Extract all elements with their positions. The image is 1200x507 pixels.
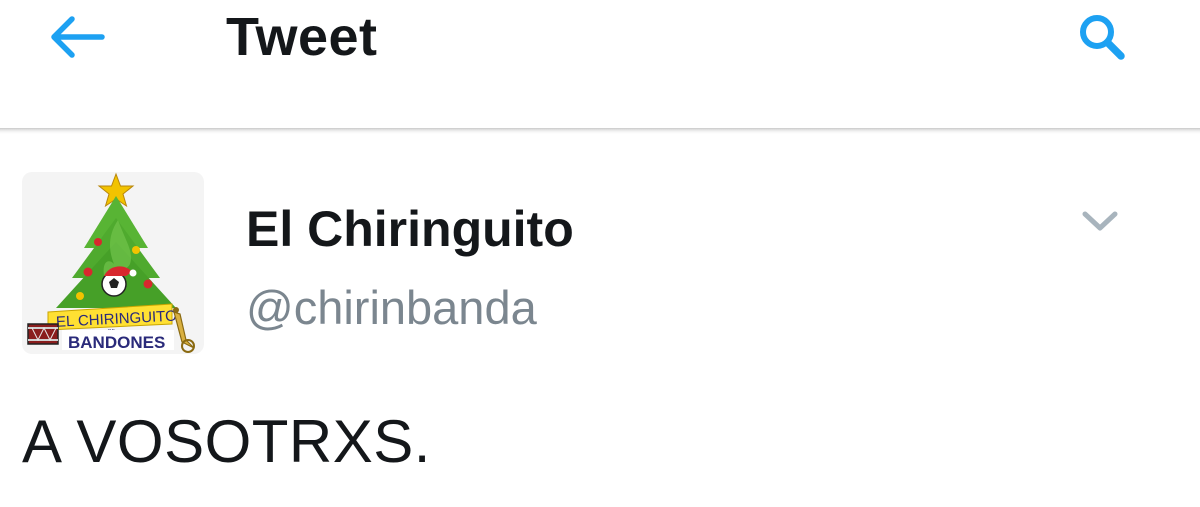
chevron-down-icon	[1082, 211, 1118, 231]
christmas-tree-logo-icon: EL CHIRINGUITO DE BANDONES	[27, 172, 195, 353]
search-icon	[1080, 15, 1125, 60]
author-name[interactable]: El Chiringuito	[246, 199, 574, 259]
top-app-bar: Tweet	[0, 0, 1200, 128]
avatar[interactable]: EL CHIRINGUITO DE BANDONES	[22, 172, 204, 354]
top-app-bar-divider	[0, 128, 1200, 134]
arrow-left-icon	[51, 16, 105, 58]
author-handle[interactable]: @chirinbanda	[246, 280, 537, 336]
tweet-menu-button[interactable]	[1070, 196, 1130, 246]
tweet-text: A VOSOTRXS.	[22, 408, 431, 475]
back-button[interactable]	[36, 2, 116, 72]
tweet-detail-screen: Tweet EL CHIRINGUITO BANDONES El Chiring…	[0, 0, 1200, 507]
page-title: Tweet	[226, 7, 378, 67]
logo-text-bottom: BANDONES	[68, 333, 165, 352]
search-button[interactable]	[1062, 2, 1142, 72]
